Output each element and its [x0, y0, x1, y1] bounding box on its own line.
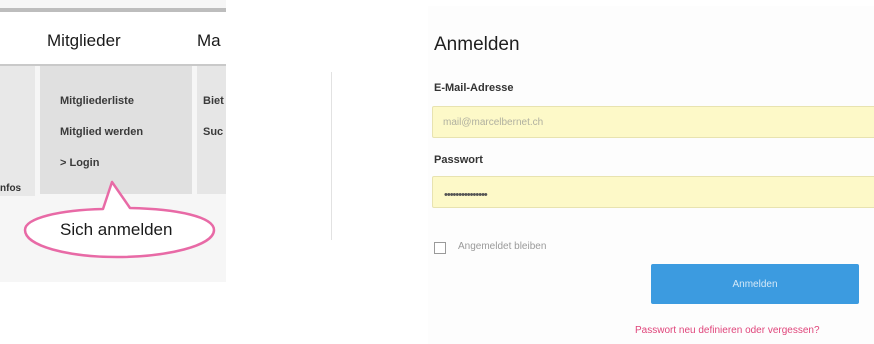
email-field[interactable]: [432, 106, 874, 138]
login-title: Anmelden: [434, 34, 520, 55]
password-field[interactable]: [432, 176, 874, 208]
forgot-password-link[interactable]: Passwort neu definieren oder vergessen?: [635, 325, 820, 336]
navigation-menu: Mitglieder Ma nfos Mitgliederliste Mitgl…: [0, 0, 226, 282]
panel-divider: [331, 72, 332, 240]
login-form: Anmelden E-Mail-Adresse Passwort •••••••…: [428, 6, 874, 344]
remember-label: Angemeldet bleiben: [458, 241, 547, 252]
callout-label: Sich anmelden: [60, 220, 173, 239]
password-mask: •••••••••••••••: [444, 189, 488, 201]
email-label: E-Mail-Adresse: [434, 82, 514, 94]
password-label: Passwort: [434, 154, 483, 166]
remember-checkbox[interactable]: [434, 242, 446, 254]
login-button[interactable]: Anmelden: [651, 264, 859, 304]
login-button-label: Anmelden: [732, 278, 778, 290]
